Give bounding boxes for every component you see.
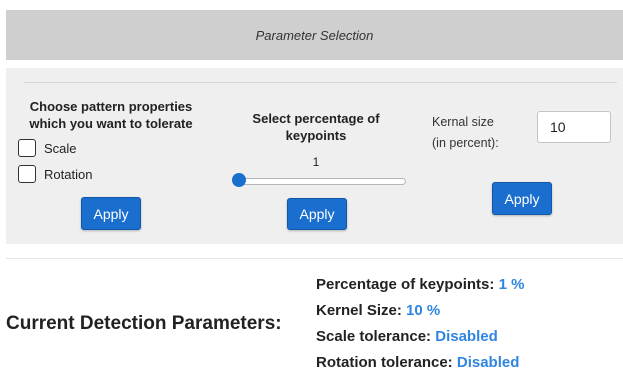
current-parameters-title: Current Detection Parameters:	[6, 313, 282, 334]
apply-pattern-button[interactable]: Apply	[81, 197, 141, 230]
param-row-scale: Scale tolerance: Disabled	[316, 324, 524, 350]
param-value: 1 %	[498, 276, 525, 293]
keypoints-slider[interactable]	[234, 178, 406, 185]
panel-divider	[24, 82, 617, 83]
rotation-checkbox[interactable]	[18, 165, 36, 183]
param-row-keypoints: Percentage of keypoints: 1 %	[316, 272, 524, 298]
apply-kernel-button[interactable]: Apply	[492, 182, 552, 215]
keypoints-slider-thumb[interactable]	[232, 173, 246, 187]
param-label: Rotation tolerance:	[316, 354, 453, 371]
parameter-panel: Choose pattern properties which you want…	[6, 68, 623, 244]
param-value: Disabled	[435, 328, 498, 345]
pattern-heading-line2: which you want to tolerate	[29, 116, 193, 131]
scale-checkbox[interactable]	[18, 139, 36, 157]
kernel-label-line1: Kernal size	[432, 115, 494, 129]
param-label: Percentage of keypoints:	[316, 276, 495, 293]
rotation-label: Rotation	[44, 166, 93, 182]
param-row-rotation: Rotation tolerance: Disabled	[316, 350, 524, 376]
scale-label: Scale	[44, 140, 77, 156]
param-value: Disabled	[456, 354, 520, 371]
kernel-label-line2: (in percent):	[432, 136, 499, 150]
pattern-properties-section: Choose pattern properties which you want…	[16, 98, 206, 184]
param-label: Scale tolerance:	[316, 328, 432, 345]
header-title: Parameter Selection	[255, 27, 374, 43]
keypoints-heading-line2: keypoints	[285, 128, 347, 143]
keypoints-section: Select percentage of keypoints	[226, 110, 406, 144]
keypoints-value: 1	[312, 155, 320, 169]
param-row-kernel: Kernel Size: 10 %	[316, 298, 524, 324]
section-separator	[6, 258, 623, 259]
scale-option[interactable]: Scale	[18, 138, 206, 158]
rotation-option[interactable]: Rotation	[18, 164, 206, 184]
keypoints-heading-line1: Select percentage of	[252, 111, 380, 126]
parameter-selection-header: Parameter Selection	[6, 10, 623, 60]
kernel-size-input[interactable]	[537, 111, 611, 143]
current-parameters-list: Percentage of keypoints: 1 % Kernel Size…	[316, 272, 524, 376]
kernel-size-label: Kernal size (in percent):	[432, 112, 532, 154]
param-value: 10 %	[406, 302, 441, 319]
apply-keypoints-button[interactable]: Apply	[287, 198, 347, 230]
param-label: Kernel Size:	[316, 302, 402, 319]
pattern-heading-line1: Choose pattern properties	[29, 99, 193, 114]
